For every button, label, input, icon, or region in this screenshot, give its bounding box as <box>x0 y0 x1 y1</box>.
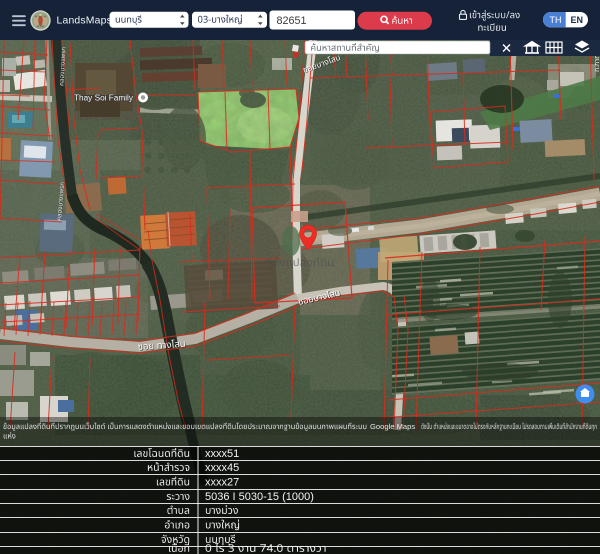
svg-text:xxxx45: xxxx45 <box>205 462 239 474</box>
svg-text:xxxx51: xxxx51 <box>205 448 239 460</box>
svg-text:5036 I 5030-15 (1000): 5036 I 5030-15 (1000) <box>205 491 314 503</box>
svg-text:EN: EN <box>571 15 584 25</box>
svg-text:Google Maps: Google Maps <box>370 422 415 431</box>
svg-text:LandsMaps: LandsMaps <box>57 15 113 26</box>
svg-text:TH: TH <box>550 15 562 25</box>
svg-text:xxxx27: xxxx27 <box>205 476 239 488</box>
svg-text:82651: 82651 <box>277 15 307 27</box>
